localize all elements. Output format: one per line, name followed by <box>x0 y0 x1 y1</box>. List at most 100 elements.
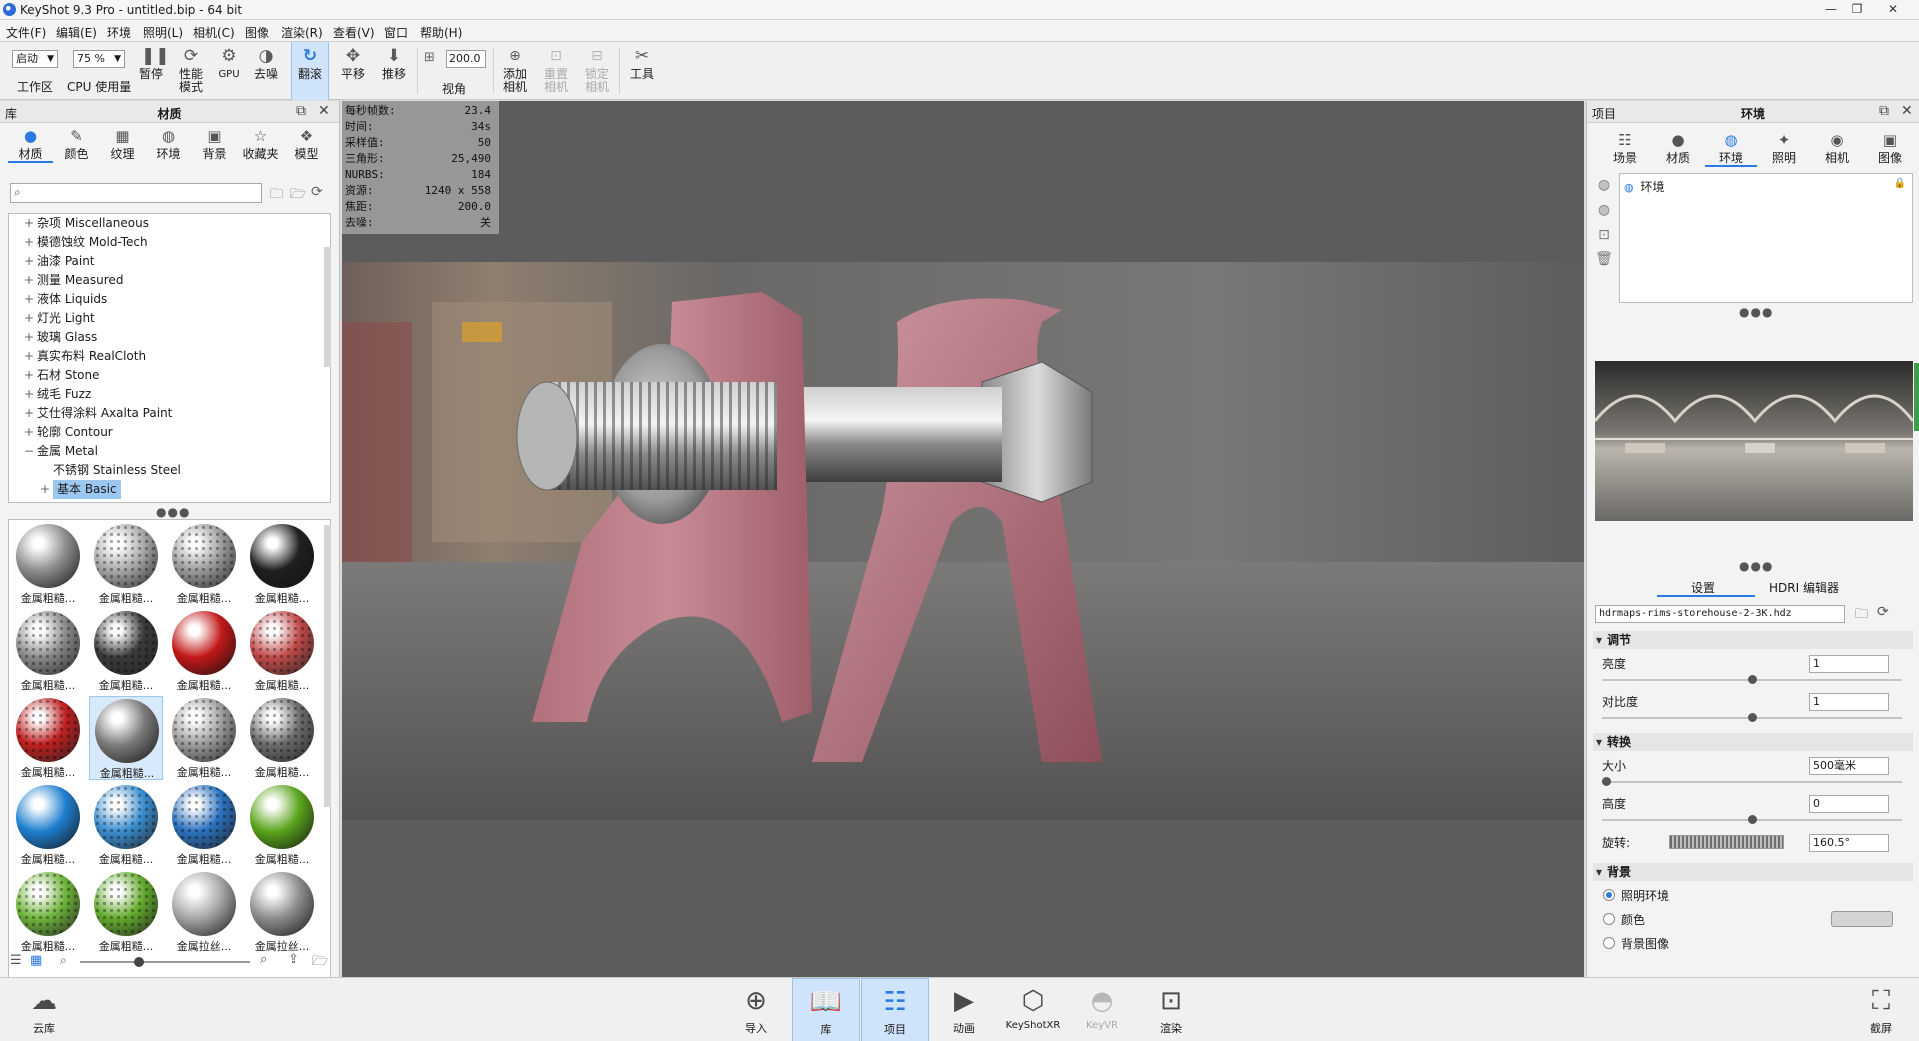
hdri-scrollbar[interactable] <box>1914 363 1919 431</box>
tree-item[interactable]: + 轮廓 Contour <box>9 423 319 442</box>
radio-color[interactable] <box>1603 913 1615 925</box>
subtab-hdri-editor[interactable]: HDRI 编辑器 <box>1769 579 1839 596</box>
save-environment-icon[interactable]: ⊡ <box>1595 227 1613 245</box>
gpu-button[interactable]: ⚙ GPU <box>214 42 244 100</box>
project-tab-image[interactable]: ▣ 图像 <box>1864 131 1916 167</box>
thumbnail-scrollbar[interactable] <box>324 525 331 807</box>
tree-item[interactable]: − 金属 Metal <box>9 442 319 461</box>
expand-icon[interactable]: + <box>23 347 35 366</box>
add-environment-icon[interactable]: ◍ <box>1595 202 1613 220</box>
animation-button[interactable]: ▶ 动画 <box>930 978 998 1041</box>
section-transform[interactable]: 转换 <box>1593 733 1913 751</box>
section-background[interactable]: 背景 <box>1593 863 1913 881</box>
height-slider-knob[interactable] <box>1748 815 1757 824</box>
material-thumbnail[interactable]: 金属粗糙... <box>11 783 85 867</box>
render-button[interactable]: ⊡ 渲染 <box>1137 978 1205 1041</box>
project-tab-environment[interactable]: ◍ 环境 <box>1705 131 1757 167</box>
duplicate-environment-icon[interactable]: ◍ <box>1595 177 1613 195</box>
hdri-file-path[interactable]: hdrmaps-rims-storehouse-2-3K.hdz <box>1595 605 1845 623</box>
section-adjust[interactable]: 调节 <box>1593 631 1913 649</box>
expand-icon[interactable]: + <box>23 423 35 442</box>
denoise-button[interactable]: ◑ 去噪 <box>250 42 282 100</box>
workspace-select[interactable]: 启动 ▼ <box>12 50 58 68</box>
material-thumbnail[interactable]: 金属粗糙... <box>89 609 163 693</box>
material-thumbnail[interactable]: 金属粗糙... <box>245 609 319 693</box>
keyvr-button[interactable]: ◓ KeyVR <box>1068 978 1136 1041</box>
expand-icon[interactable]: + <box>23 385 35 404</box>
import-button[interactable]: ⊕ 导入 <box>722 978 790 1041</box>
undock-icon[interactable]: ⧉ <box>1879 103 1889 119</box>
project-button[interactable]: ☷ 项目 <box>861 978 929 1041</box>
environment-list-item[interactable]: ◍ 环境 <box>1624 178 1664 194</box>
library-search-input[interactable]: ⌕ <box>10 183 262 203</box>
material-thumbnail[interactable]: 金属粗糙... <box>11 696 85 780</box>
menu-camera[interactable]: 相机(C) <box>193 24 235 41</box>
hdri-preview[interactable] <box>1595 361 1913 521</box>
material-thumbnail[interactable]: 金属粗糙... <box>167 522 241 606</box>
expand-icon[interactable]: + <box>23 309 35 328</box>
close-window-button[interactable]: ✕ <box>1880 1 1906 18</box>
contrast-input[interactable]: 1 <box>1809 693 1889 711</box>
expand-icon[interactable]: + <box>23 328 35 347</box>
library-tab-favorites[interactable]: ☆ 收藏夹 <box>238 127 283 163</box>
pan-button[interactable]: ✥ 平移 <box>334 42 372 100</box>
collapse-icon[interactable]: − <box>23 442 35 461</box>
tree-item[interactable]: + 真实布料 RealCloth <box>9 347 319 366</box>
expand-icon[interactable]: + <box>23 290 35 309</box>
expand-icon[interactable]: + <box>23 404 35 423</box>
cpu-usage-select[interactable]: 75 % ▼ <box>73 50 125 68</box>
zoom-out-icon[interactable]: ⌕ <box>60 953 67 968</box>
background-color-swatch[interactable] <box>1831 911 1893 927</box>
minimize-button[interactable]: — <box>1818 1 1844 18</box>
tree-item[interactable]: + 玻璃 Glass <box>9 328 319 347</box>
render-image[interactable] <box>342 262 1584 820</box>
rotation-input[interactable]: 160.5° <box>1809 834 1889 852</box>
brightness-input[interactable]: 1 <box>1809 655 1889 673</box>
open-folder-icon[interactable]: 🗀 <box>270 185 283 207</box>
contrast-slider[interactable] <box>1602 713 1902 722</box>
tree-item[interactable]: + 测量 Measured <box>9 271 319 290</box>
splitter-handle[interactable]: ●●● <box>1739 559 1773 573</box>
cloud-library-button[interactable]: ☁ 云库 <box>10 978 78 1041</box>
pause-button[interactable]: ❚❚ 暂停 <box>134 42 170 100</box>
close-panel-icon[interactable]: ✕ <box>318 103 330 119</box>
restore-button[interactable]: ❐ <box>1844 1 1870 18</box>
library-tab-texture[interactable]: ▦ 纹理 <box>100 127 145 163</box>
tree-item[interactable]: 不锈钢 Stainless Steel <box>9 461 319 480</box>
tree-item[interactable]: + 油漆 Paint <box>9 252 319 271</box>
material-thumbnail[interactable]: 金属粗糙... <box>89 696 163 780</box>
slider-knob[interactable] <box>134 957 144 967</box>
render-viewport[interactable]: 每秒帧数: 23.4 时间: 34s 采样值: 50 三角形: 25,490 NURBS: 184… <box>342 101 1584 977</box>
thumbnail-size-slider[interactable] <box>80 957 250 967</box>
menu-environment[interactable]: 环境 <box>107 24 131 41</box>
field-of-view-input[interactable]: 200.0 <box>446 50 486 68</box>
library-tab-color[interactable]: ✎ 颜色 <box>54 127 99 163</box>
library-tab-environment[interactable]: ◍ 环境 <box>146 127 191 163</box>
material-thumbnail[interactable]: 金属粗糙... <box>89 522 163 606</box>
brightness-slider[interactable] <box>1602 675 1902 684</box>
splitter-handle[interactable]: ●●● <box>1739 305 1773 319</box>
material-thumbnail[interactable]: 金属粗糙... <box>11 870 85 954</box>
new-folder-icon[interactable]: 🗁 <box>290 185 306 207</box>
material-thumbnail[interactable]: 金属粗糙... <box>167 609 241 693</box>
menu-lighting[interactable]: 照明(L) <box>143 24 183 41</box>
rotation-dial[interactable] <box>1669 835 1784 849</box>
upload-cloud-icon[interactable]: ⇪ <box>288 952 299 967</box>
delete-icon[interactable]: 🗑 <box>1595 251 1613 269</box>
menu-edit[interactable]: 编辑(E) <box>56 24 97 41</box>
tree-item[interactable]: + 绒毛 Fuzz <box>9 385 319 404</box>
expand-icon[interactable]: + <box>23 366 35 385</box>
material-thumbnail[interactable]: 金属拉丝... <box>245 870 319 954</box>
dolly-button[interactable]: ⬇ 推移 <box>375 42 413 100</box>
radio-background-image[interactable] <box>1603 937 1615 949</box>
zoom-in-icon[interactable]: ⌕ <box>260 952 267 967</box>
material-thumbnail[interactable]: 金属粗糙... <box>11 522 85 606</box>
lock-icon[interactable]: 🔒 <box>1894 178 1906 189</box>
menu-image[interactable]: 图像 <box>245 24 269 41</box>
tree-scrollbar[interactable] <box>324 247 331 367</box>
menu-window[interactable]: 窗口 <box>384 24 408 41</box>
undock-icon[interactable]: ⧉ <box>296 103 306 119</box>
tree-item[interactable]: + 液体 Liquids <box>9 290 319 309</box>
keyshotxr-button[interactable]: ⬡ KeyShotXR <box>999 978 1067 1041</box>
library-tab-material[interactable]: ● 材质 <box>8 127 53 163</box>
